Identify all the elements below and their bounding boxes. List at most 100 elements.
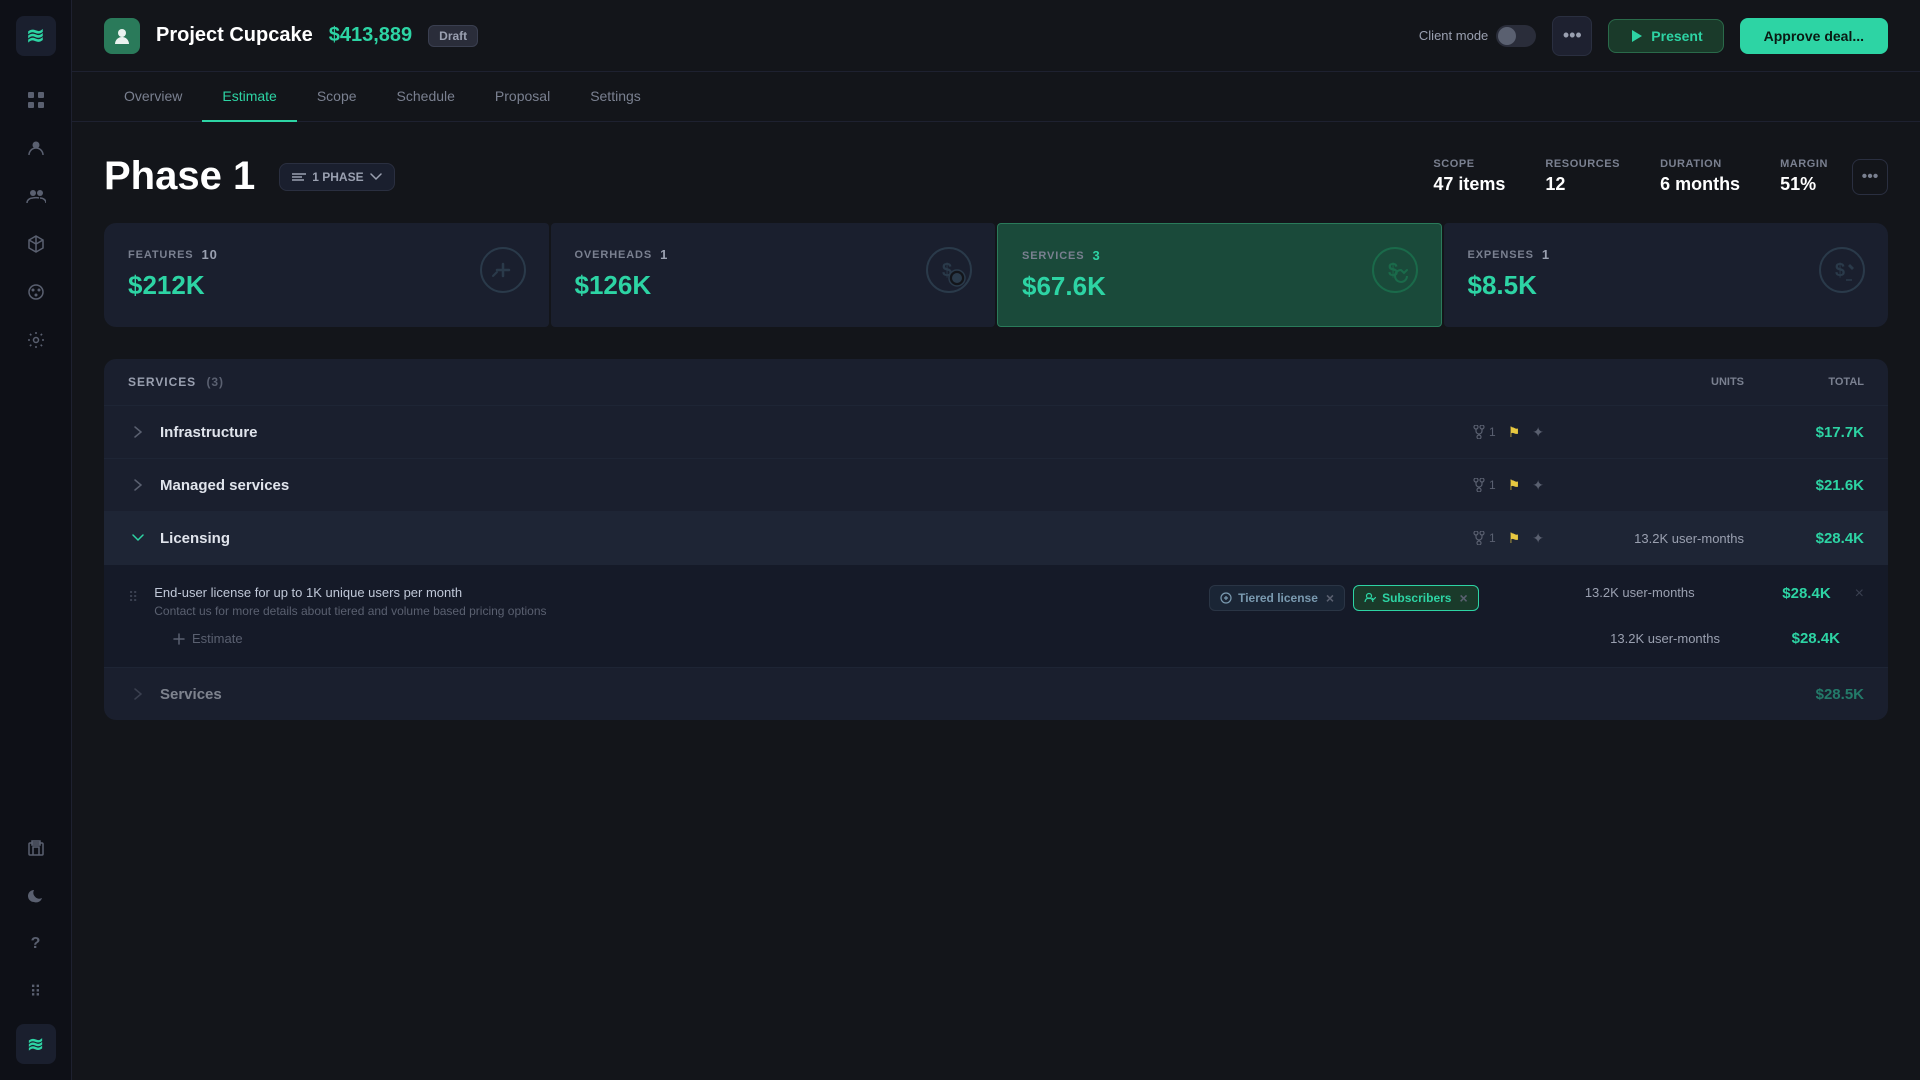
project-avatar: [104, 18, 140, 54]
nav-tabs: Overview Estimate Scope Schedule Proposa…: [72, 72, 1920, 122]
chevron-down-icon: [370, 173, 382, 181]
fork-icon-licensing: 1: [1473, 531, 1496, 545]
sidebar-item-moon[interactable]: [16, 876, 56, 916]
services-table: SERVICES (3) UNITS TOTAL Infrastructure …: [104, 359, 1888, 720]
detail-tags: Tiered license × Subscribers ×: [1209, 585, 1479, 611]
main-content: Project Cupcake $413,889 Draft Client mo…: [72, 0, 1920, 1080]
sidebar-item-draggable[interactable]: ⠿: [16, 972, 56, 1012]
card-features[interactable]: FEATURES 10 $212K: [104, 223, 549, 327]
sidebar-item-grid[interactable]: [16, 80, 56, 120]
tiered-license-label: Tiered license: [1238, 591, 1318, 605]
service-row-managed[interactable]: Managed services 1 ⚑ ✦ $21.6K: [104, 459, 1888, 512]
sidebar-bottom-logo[interactable]: ≋: [16, 1024, 56, 1064]
fork-icon-managed: 1: [1473, 478, 1496, 492]
draft-badge: Draft: [428, 25, 478, 47]
client-mode-label: Client mode: [1419, 28, 1488, 43]
service-units-licensing: 13.2K user-months: [1544, 531, 1744, 546]
col-units-header: UNITS: [1544, 376, 1744, 388]
app-header: Project Cupcake $413,889 Draft Client mo…: [72, 0, 1920, 72]
service-total-infrastructure: $17.7K: [1744, 424, 1864, 441]
services-icon: $: [1369, 244, 1421, 306]
sidebar: ≋: [0, 0, 72, 1080]
present-label: Present: [1651, 28, 1702, 44]
card-overheads[interactable]: OVERHEADS 1 $126K $: [551, 223, 996, 327]
service-row-partial: Services $28.5K: [104, 668, 1888, 720]
service-name-infrastructure: Infrastructure: [160, 424, 1457, 441]
star-icon-infrastructure: ✦: [1532, 424, 1544, 441]
tab-scope[interactable]: Scope: [297, 72, 377, 122]
tag-subscribers[interactable]: Subscribers ×: [1353, 585, 1479, 611]
tab-proposal[interactable]: Proposal: [475, 72, 570, 122]
estimate-row: Estimate 13.2K user-months $28.4K: [128, 618, 1864, 647]
tab-estimate[interactable]: Estimate: [202, 72, 296, 122]
add-estimate-button[interactable]: Estimate: [172, 631, 243, 646]
service-total-managed: $21.6K: [1744, 477, 1864, 494]
card-expenses[interactable]: EXPENSES 1 $8.5K $: [1444, 223, 1889, 327]
sidebar-item-building[interactable]: [16, 828, 56, 868]
phase-stats: SCOPE 47 items RESOURCES 12 DURATION 6 m…: [1433, 158, 1828, 195]
expenses-icon: $: [1816, 244, 1868, 306]
services-table-header: SERVICES (3) UNITS TOTAL: [104, 359, 1888, 406]
stat-duration: DURATION 6 months: [1660, 158, 1740, 195]
estimate-label: Estimate: [192, 631, 243, 646]
tag-icon-subscribers: [1364, 592, 1376, 604]
summary-cards: FEATURES 10 $212K OVERHEADS 1: [104, 223, 1888, 327]
chevron-down-icon-licensing: [128, 528, 148, 548]
logo-icon: ≋: [26, 23, 44, 49]
present-button[interactable]: Present: [1608, 19, 1723, 53]
card-services[interactable]: SERVICES 3 $67.6K $: [997, 223, 1442, 327]
tab-overview[interactable]: Overview: [104, 72, 202, 122]
svg-text:$: $: [1835, 260, 1845, 280]
detail-subtitle: Contact us for more details about tiered…: [154, 604, 1193, 618]
approve-deal-button[interactable]: Approve deal...: [1740, 18, 1888, 54]
client-mode-switch[interactable]: [1496, 25, 1536, 47]
sidebar-item-person[interactable]: [16, 128, 56, 168]
phase-header: Phase 1 1 PHASE SCOPE 47 items: [104, 154, 1888, 199]
content-area: Phase 1 1 PHASE SCOPE 47 items: [72, 122, 1920, 1080]
approve-label: Approve deal...: [1764, 28, 1864, 44]
stat-margin: MARGIN 51%: [1780, 158, 1828, 195]
star-icon-licensing: ✦: [1532, 530, 1544, 547]
project-name: Project Cupcake: [156, 24, 313, 47]
subscribers-close[interactable]: ×: [1459, 590, 1467, 606]
phase-list-icon: [292, 172, 306, 182]
service-row-infrastructure[interactable]: Infrastructure 1 ⚑ ✦ $17.7K: [104, 406, 1888, 459]
service-name-managed: Managed services: [160, 477, 1457, 494]
more-options-button[interactable]: •••: [1552, 16, 1592, 56]
detail-title: End-user license for up to 1K unique use…: [154, 585, 1193, 600]
toggle-knob: [1498, 27, 1516, 45]
estimate-units: 13.2K user-months: [1520, 631, 1720, 646]
sidebar-logo[interactable]: ≋: [16, 16, 56, 56]
plus-icon: [172, 632, 186, 646]
tab-schedule[interactable]: Schedule: [377, 72, 475, 122]
tag-tiered-license[interactable]: Tiered license ×: [1209, 585, 1345, 611]
flag-icon-infrastructure: ⚑: [1508, 424, 1521, 441]
partial-service-total: $28.5K: [1744, 686, 1864, 703]
partial-service-name: Services: [160, 686, 952, 703]
phase-title: Phase 1: [104, 154, 255, 199]
phase-more-button[interactable]: •••: [1852, 159, 1888, 195]
sidebar-item-gear[interactable]: [16, 320, 56, 360]
estimate-total: $28.4K: [1720, 630, 1840, 647]
drag-handle-icon[interactable]: ⠿: [128, 589, 138, 606]
licensing-detail: ⠿ End-user license for up to 1K unique u…: [104, 565, 1888, 668]
sidebar-item-palette[interactable]: [16, 272, 56, 312]
phase-selector[interactable]: 1 PHASE: [279, 163, 394, 191]
flag-icon-licensing: ⚑: [1508, 530, 1521, 547]
phase-selector-label: 1 PHASE: [312, 170, 363, 184]
detail-remove-button[interactable]: ×: [1855, 585, 1864, 603]
service-row-licensing[interactable]: Licensing 1 ⚑ ✦ 13.2K user-months $28.4K: [104, 512, 1888, 565]
overheads-icon: $: [923, 244, 975, 306]
stat-resources: RESOURCES 12: [1545, 158, 1620, 195]
sidebar-item-help[interactable]: ?: [16, 924, 56, 964]
tiered-license-close[interactable]: ×: [1326, 590, 1334, 606]
svg-text:$: $: [1388, 260, 1398, 280]
play-icon: [1629, 29, 1643, 43]
sidebar-item-box[interactable]: [16, 224, 56, 264]
sidebar-item-group[interactable]: [16, 176, 56, 216]
tab-settings[interactable]: Settings: [570, 72, 661, 122]
detail-total: $28.4K: [1711, 585, 1831, 602]
chevron-right-icon-managed: [128, 475, 148, 495]
tag-icon-tiered: [1220, 592, 1232, 604]
service-name-licensing: Licensing: [160, 530, 1457, 547]
